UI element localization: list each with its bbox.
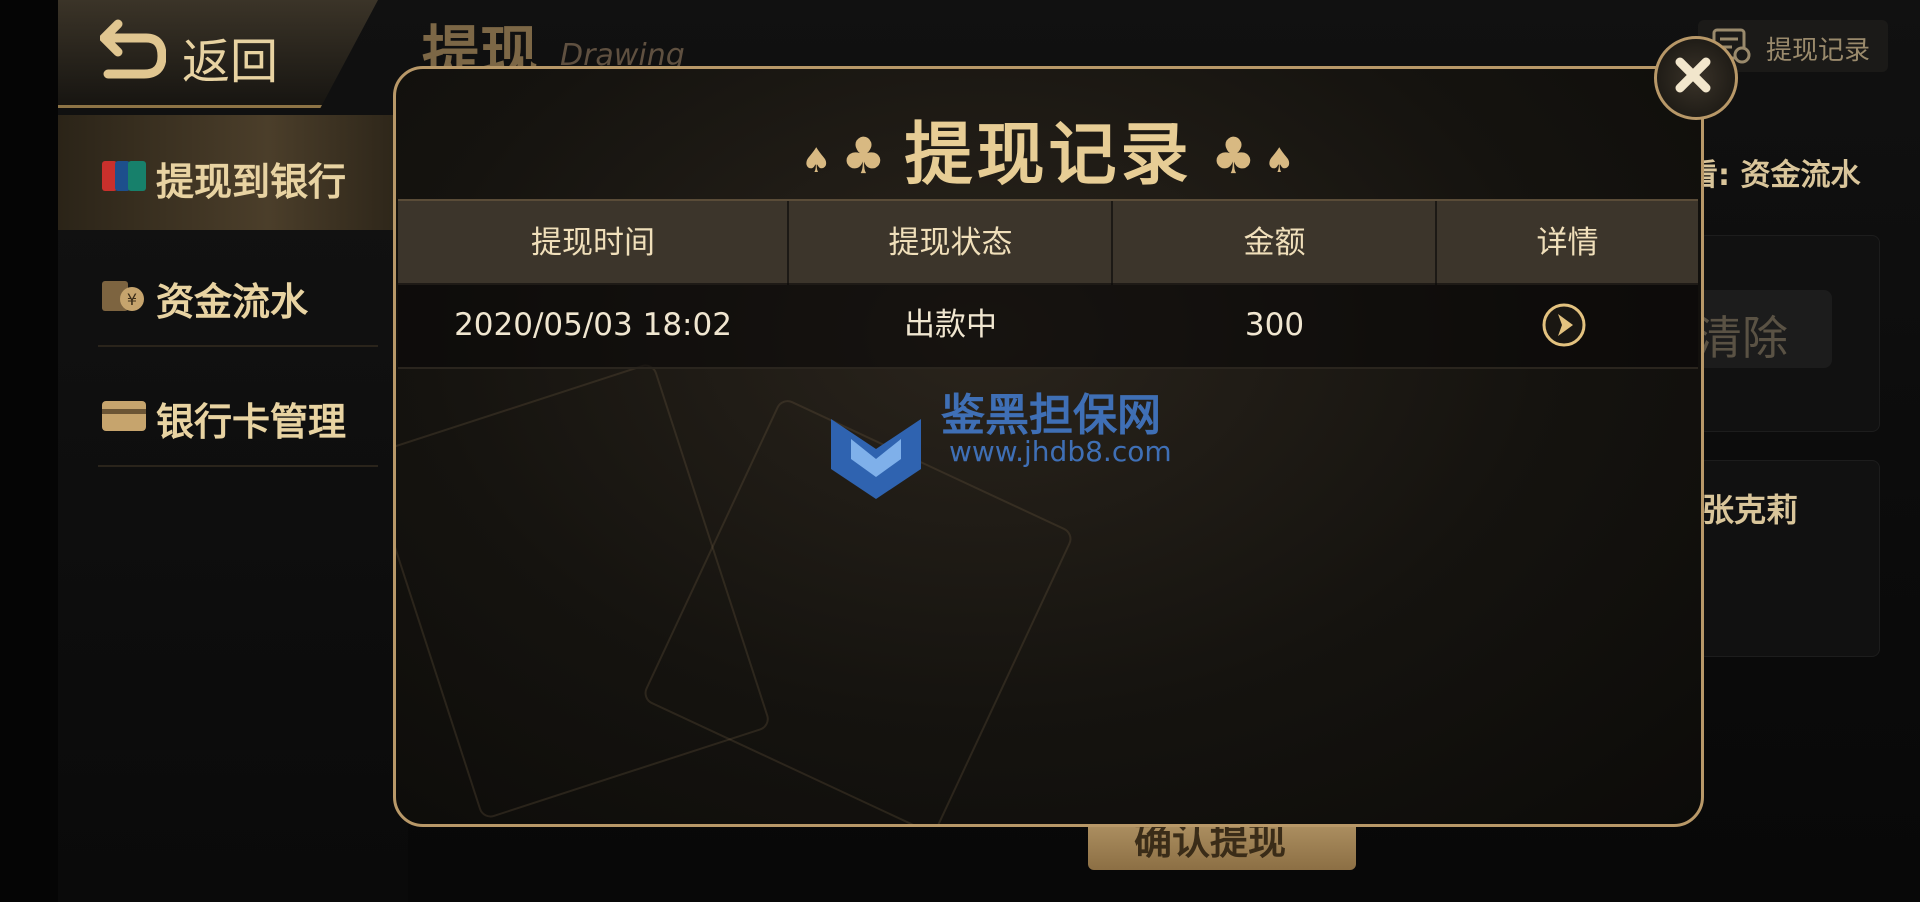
detail-arrow-icon[interactable]: [1541, 302, 1587, 348]
watermark-title: 鉴黑担保网: [941, 390, 1161, 441]
column-header-detail: 详情: [1536, 225, 1599, 261]
column-header-time: 提现时间: [531, 225, 655, 261]
cell-amount: 300: [1244, 307, 1305, 343]
column-header-amount: 金额: [1243, 225, 1306, 261]
withdraw-record-label: 提现记录: [1766, 36, 1871, 66]
app: 返回 提现 Drawing 提现记录 提现到银行 ¥ 资金流水 银行卡管理 看:…: [58, 0, 1920, 902]
watermark: 鉴黑担保网 www.jhdb8.com: [821, 379, 1201, 519]
fund-flow-link[interactable]: 看: 资金流水: [1688, 150, 1860, 194]
cell-time: 2020/05/03 18:02: [454, 307, 732, 343]
close-icon: [1675, 57, 1711, 93]
sidebar-item-label: 资金流水: [156, 280, 309, 324]
dialog-title: 提现记录: [904, 116, 1193, 195]
back-button[interactable]: 返回: [58, 0, 378, 108]
watermark-logo-icon: [831, 419, 921, 499]
back-arrow-icon: [100, 19, 166, 79]
unionpay-icon: [102, 161, 146, 191]
column-header-status: 提现状态: [888, 225, 1013, 261]
sidebar-item-label: 银行卡管理: [156, 400, 347, 444]
close-button[interactable]: [1654, 36, 1738, 120]
money-icon: ¥: [102, 281, 144, 311]
withdraw-record-dialog: ♠ ♣ 提现记录 ♣ ♠ 提现时间 提现状态 金额 详情 2020/05/03 …: [393, 66, 1704, 827]
cell-status: 出款中: [904, 307, 997, 343]
club-icon: ♣: [1211, 127, 1256, 185]
sidebar-item-withdraw-bank[interactable]: 提现到银行: [58, 115, 408, 230]
svg-text:¥: ¥: [127, 290, 137, 309]
spade-icon: ♠: [1264, 141, 1295, 181]
bank-card-icon: [102, 401, 146, 431]
clear-label: 清除: [1696, 311, 1788, 365]
sidebar: 提现到银行 ¥ 资金流水 银行卡管理: [58, 115, 408, 902]
sidebar-item-label: 提现到银行: [156, 160, 347, 204]
watermark-url: www.jhdb8.com: [949, 435, 1172, 468]
table-row: 2020/05/03 18:02 出款中 300: [398, 283, 1698, 369]
table-header: 提现时间 提现状态 金额 详情: [398, 199, 1698, 285]
sidebar-item-bank-card[interactable]: 银行卡管理: [58, 355, 408, 470]
back-label: 返回: [182, 34, 279, 90]
sidebar-item-fund-flow[interactable]: ¥ 资金流水: [58, 235, 408, 350]
